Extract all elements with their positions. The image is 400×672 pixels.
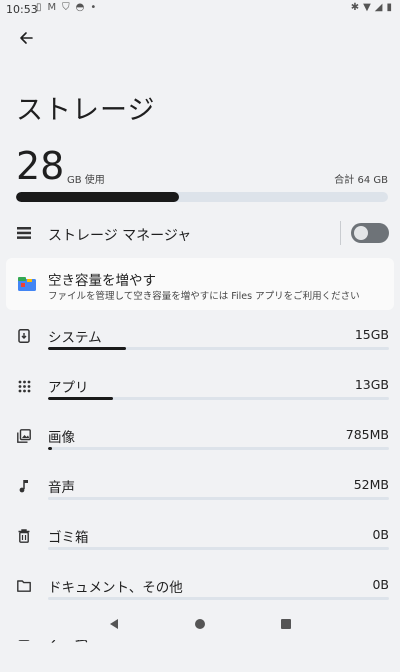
toggle-knob [354,226,368,240]
storage-manager-row[interactable]: ストレージ マネージャ [0,215,400,253]
status-time: 10:53 [6,3,38,16]
wifi-icon: ▼ [363,2,371,13]
gmail-icon: M [47,2,57,13]
category-label: ドキュメント、その他 [48,580,183,596]
divider [340,221,341,245]
square-recents-icon [281,619,291,629]
storage-list-icon [17,227,31,239]
free-up-space-card[interactable]: 空き容量を増やす ファイルを管理して空き容量を増やすには Files アプリをご… [6,258,394,310]
storage-usage-bar-fill [16,192,179,202]
total-capacity: 合計 64 GB [334,175,388,186]
system-icon [16,328,32,344]
trash-icon [16,528,32,544]
sim-icon: ▯ [36,2,42,13]
free-up-space-description: ファイルを管理して空き容量を増やすには Files アプリをご利用ください [48,291,360,302]
category-size: 0B [372,577,389,592]
category-row-audio[interactable]: 音声 52MB [0,476,400,522]
category-usage-bar [48,397,389,400]
triangle-back-icon [110,619,118,629]
dot-icon: • [90,2,97,13]
category-usage-bar-fill [48,397,113,400]
storage-usage-bar [16,192,388,202]
used-unit: GB 使用 [67,175,105,186]
category-usage-bar [48,347,389,350]
status-icons-left: ▯ M ⛉ ◓ • [36,2,96,13]
incognito-icon: ◓ [75,2,85,13]
files-app-icon [18,277,36,291]
category-label: システム [48,330,102,346]
images-icon [16,428,32,444]
category-size: 785MB [345,427,389,442]
category-size: 13GB [354,377,389,392]
storage-manager-label: ストレージ マネージャ [48,228,192,244]
category-usage-bar [48,547,389,550]
signal-icon: ◢ [374,2,383,13]
category-row-apps[interactable]: アプリ 13GB [0,376,400,422]
nav-home-button[interactable] [180,608,220,640]
system-navigation-bar [0,608,400,640]
category-label: ゴミ箱 [48,530,89,546]
category-size: 52MB [353,477,389,492]
category-usage-bar-fill [48,447,53,450]
category-size: 15GB [354,327,389,342]
page-title: ストレージ [16,95,156,126]
nav-back-button[interactable] [94,608,134,640]
free-up-space-title: 空き容量を増やす [48,273,156,289]
category-size: 0B [372,527,389,542]
category-row-trash[interactable]: ゴミ箱 0B [0,526,400,572]
status-bar: 10:53 ▯ M ⛉ ◓ • ✱ ▼ ◢ ▮ [0,0,400,18]
battery-icon: ▮ [386,2,392,13]
category-label: アプリ [48,380,89,396]
apps-grid-icon [16,378,32,394]
category-usage-bar [48,447,389,450]
category-usage-bar [48,597,389,600]
category-usage-bar [48,497,389,500]
status-icons-right: ✱ ▼ ◢ ▮ [351,2,392,13]
nav-recents-button[interactable] [266,608,306,640]
shield-icon: ⛉ [62,2,70,13]
circle-home-icon [195,619,205,629]
bluetooth-icon: ✱ [350,2,360,13]
category-label: 音声 [48,480,75,496]
storage-manager-toggle[interactable] [351,223,389,243]
category-row-system[interactable]: システム 15GB [0,326,400,372]
category-label: 画像 [48,430,75,446]
used-value: 28 [16,144,65,188]
music-note-icon [16,478,32,494]
back-button[interactable] [14,26,38,50]
arrow-back-icon [20,32,33,44]
folder-icon [16,578,32,594]
category-usage-bar-fill [48,347,127,350]
category-row-images[interactable]: 画像 785MB [0,426,400,472]
